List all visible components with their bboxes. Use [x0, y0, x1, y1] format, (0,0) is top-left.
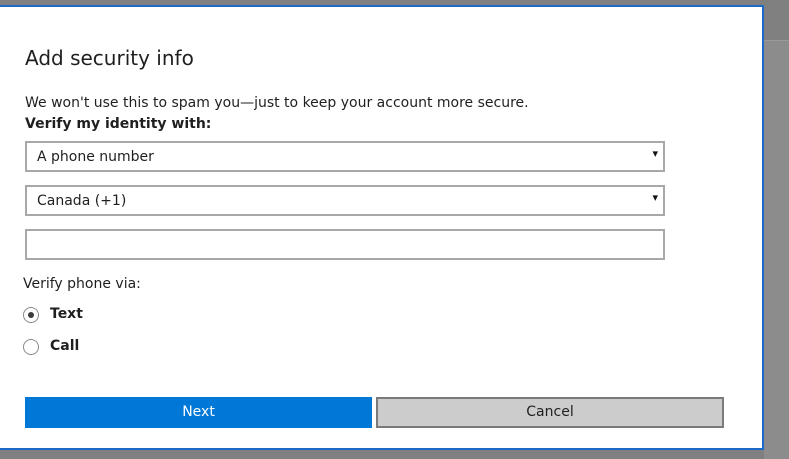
background-panel [764, 40, 789, 459]
radio-label-call: Call [50, 338, 80, 354]
cancel-button[interactable]: Cancel [376, 397, 724, 428]
verify-identity-label: Verify my identity with: [25, 116, 212, 132]
radio-label-text: Text [50, 306, 83, 322]
radio-button-checked[interactable] [23, 307, 39, 323]
phone-number-input[interactable] [25, 229, 665, 260]
verify-method-value: A phone number [37, 149, 154, 165]
security-info-dialog: Add security info We won't use this to s… [0, 5, 764, 450]
country-code-value: Canada (+1) [37, 193, 127, 209]
dialog-subtitle: We won't use this to spam you—just to ke… [25, 95, 529, 111]
verify-method-select[interactable]: A phone number ▾ [25, 141, 665, 172]
radio-button-unchecked[interactable] [23, 339, 39, 355]
country-code-select[interactable]: Canada (+1) ▾ [25, 185, 665, 216]
chevron-down-icon: ▾ [652, 147, 658, 160]
chevron-down-icon: ▾ [652, 191, 658, 204]
verify-via-label: Verify phone via: [23, 276, 141, 292]
dialog-title: Add security info [25, 46, 194, 70]
next-button[interactable]: Next [25, 397, 372, 428]
